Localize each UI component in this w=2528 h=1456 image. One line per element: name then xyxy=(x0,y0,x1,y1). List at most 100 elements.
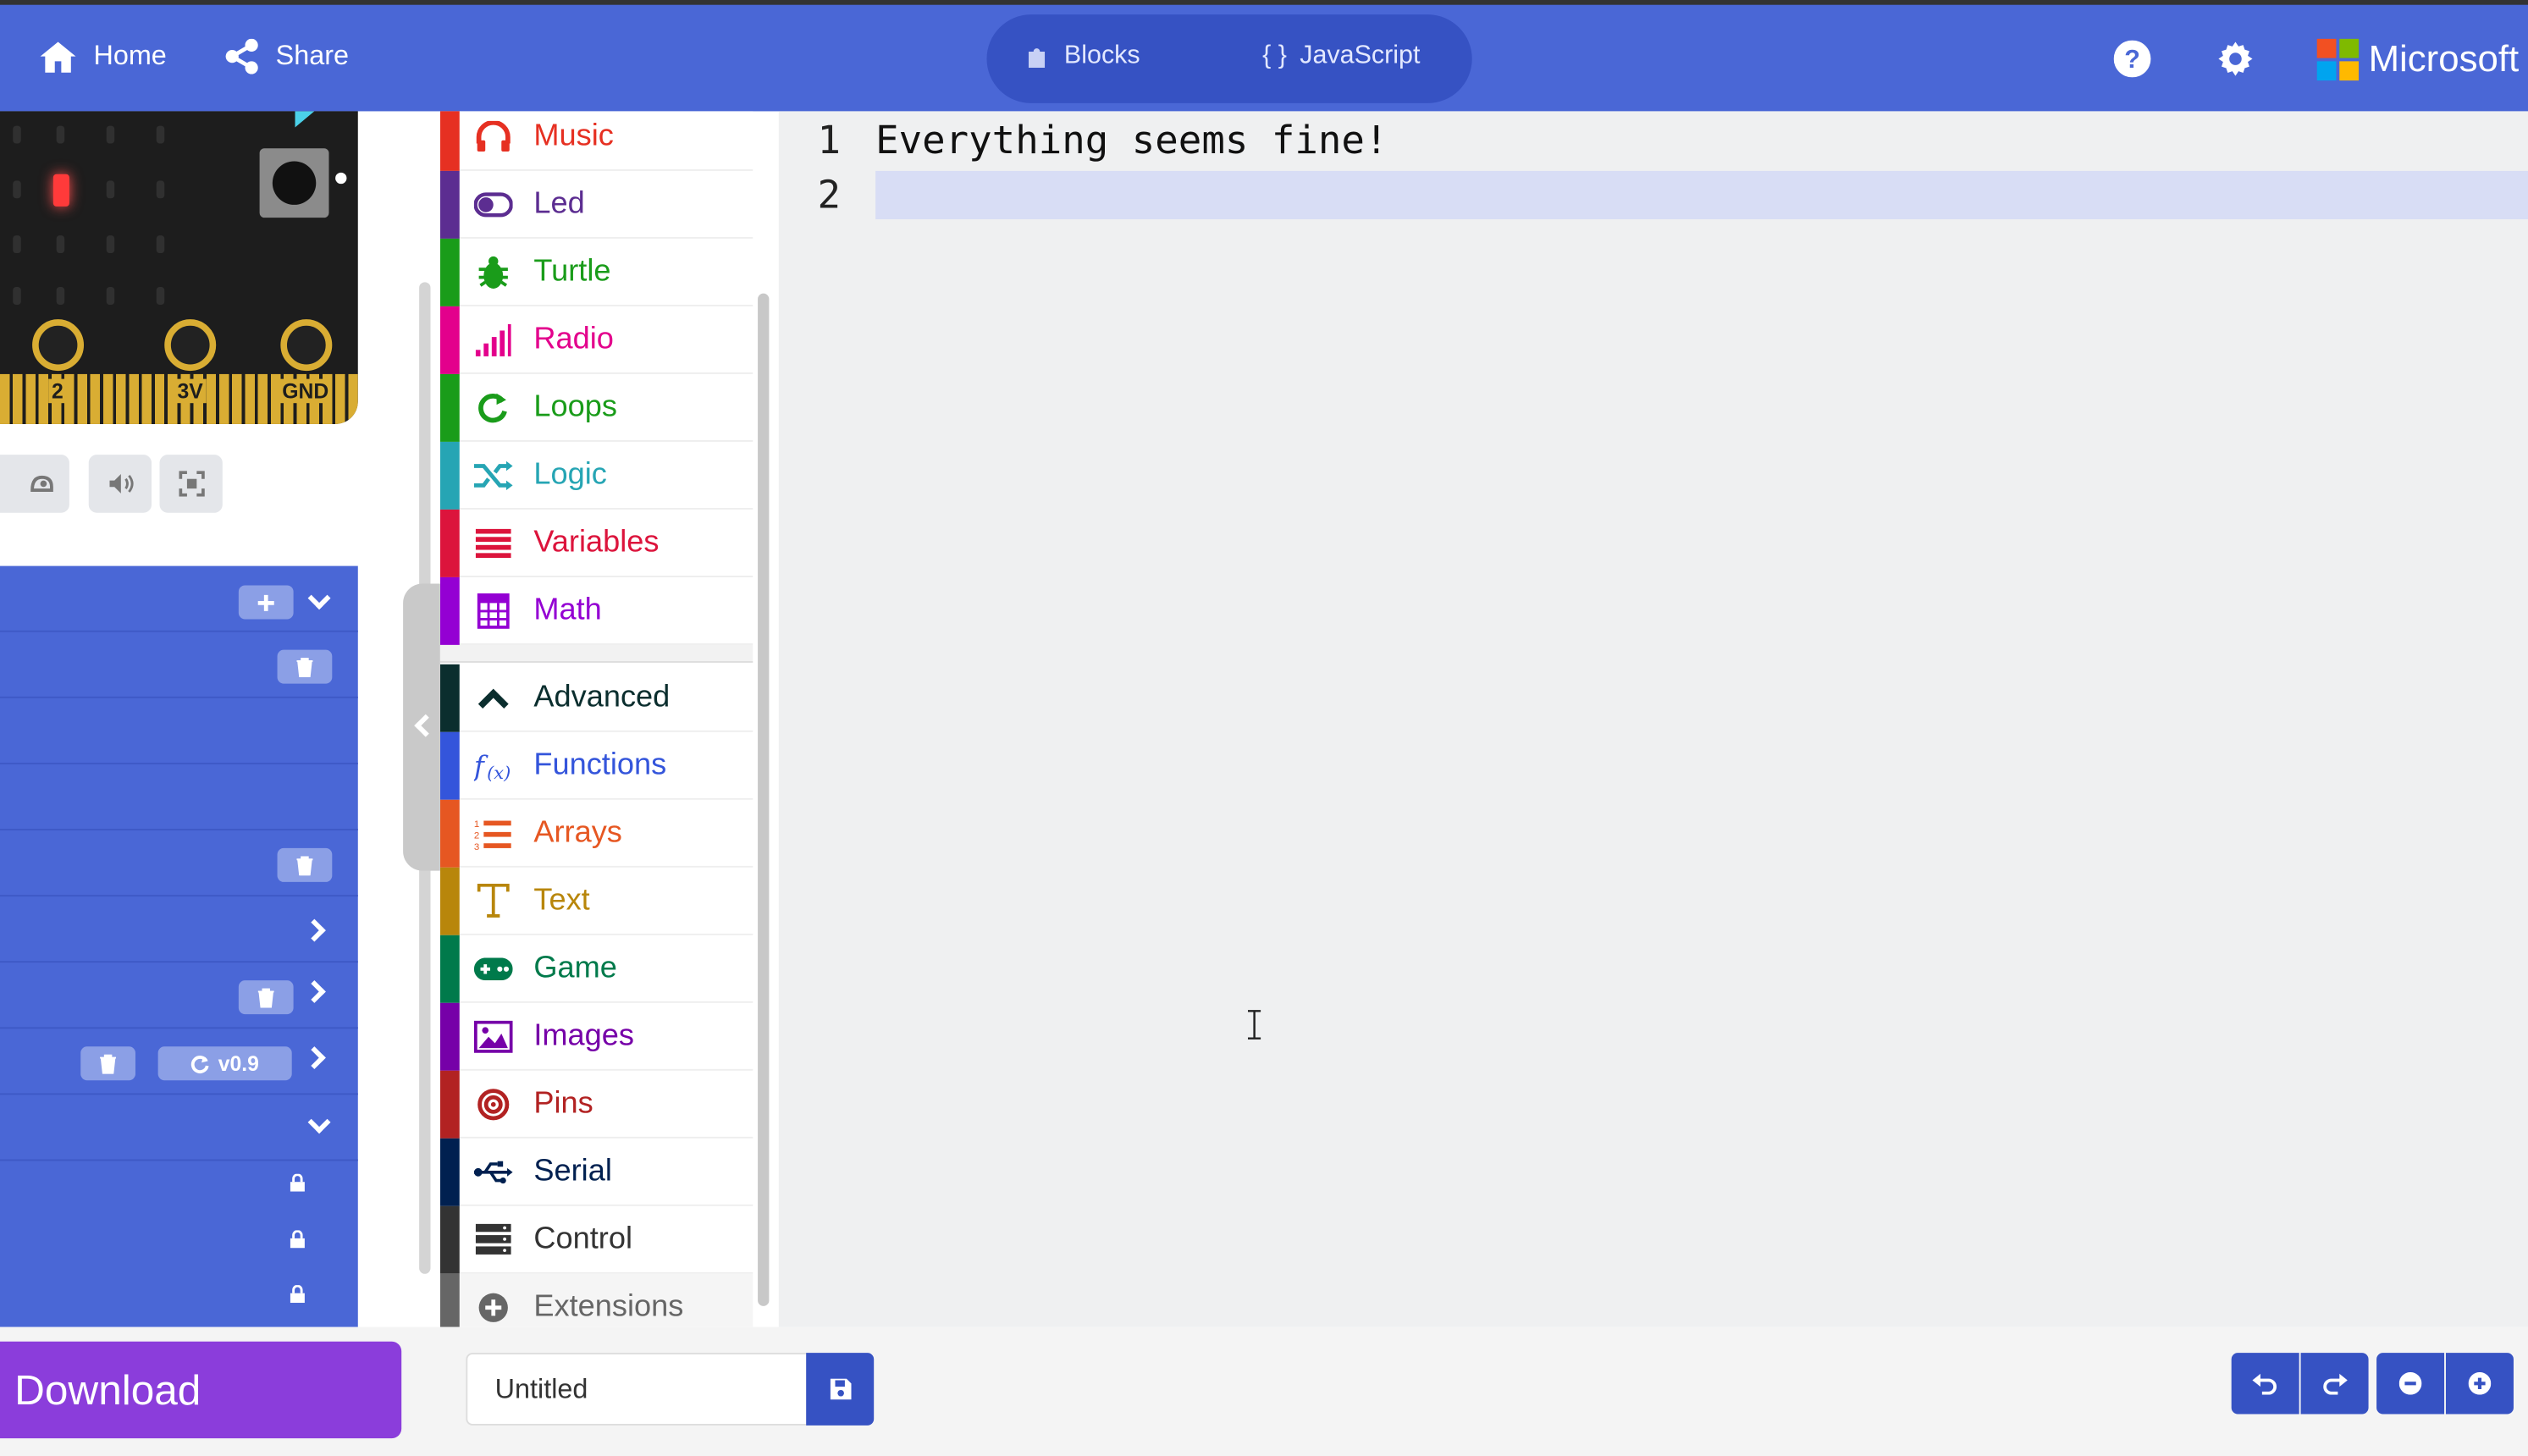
code-editor[interactable]: 1 2 Everything seems fine! xyxy=(778,111,2528,1327)
explorer-file-row[interactable] xyxy=(0,632,358,698)
share-button[interactable]: Share xyxy=(224,38,349,74)
category-label: Game xyxy=(533,951,617,985)
toolbox-item-variables[interactable]: Variables xyxy=(439,509,753,577)
toolbox-item-arrays[interactable]: 123 Arrays xyxy=(439,799,753,868)
toolbox-scrollbar[interactable] xyxy=(758,293,770,1306)
mute-button[interactable] xyxy=(88,455,152,513)
braces-icon: { } xyxy=(1262,41,1287,69)
toolbox-item-images[interactable]: Images xyxy=(439,1002,753,1071)
add-file-button[interactable] xyxy=(238,585,294,620)
led xyxy=(156,287,165,306)
category-label: Images xyxy=(533,1018,635,1053)
trash-icon xyxy=(100,1053,117,1073)
pin-3v[interactable] xyxy=(164,319,217,372)
code-line[interactable]: Everything seems fine! xyxy=(875,118,1388,163)
save-button[interactable] xyxy=(806,1353,875,1426)
toolbox-item-pins[interactable]: Pins xyxy=(439,1070,753,1139)
lock-icon xyxy=(290,1173,305,1192)
redo-button[interactable] xyxy=(2300,1353,2369,1415)
led xyxy=(13,180,21,199)
pin-gnd[interactable] xyxy=(280,319,333,372)
brand-label: Microsoft xyxy=(2368,36,2520,80)
pin-2[interactable] xyxy=(32,319,85,372)
delete-package-button[interactable] xyxy=(80,1046,135,1081)
chevron-right-icon[interactable] xyxy=(302,1046,326,1070)
download-button[interactable]: Download xyxy=(0,1341,402,1439)
toolbox-item-serial[interactable]: Serial xyxy=(439,1138,753,1206)
project-name-input[interactable]: Untitled xyxy=(466,1353,809,1426)
toolbox-item-led[interactable]: Led xyxy=(439,170,753,239)
home-icon xyxy=(40,41,76,73)
toolbox-item-extensions[interactable]: Extensions xyxy=(439,1273,753,1327)
delete-file-button[interactable] xyxy=(277,847,333,882)
zoom-out-icon xyxy=(2398,1371,2422,1395)
top-menu-bar: Home Share Blocks { } JavaScript ? Micro… xyxy=(0,0,2528,112)
help-icon[interactable]: ? xyxy=(2113,40,2151,78)
javascript-tab[interactable]: { } JavaScript xyxy=(1262,42,1420,71)
chevron-down-icon[interactable] xyxy=(307,587,331,610)
toolbox-item-turtle[interactable]: Turtle xyxy=(439,238,753,306)
explorer-folder-row[interactable] xyxy=(0,896,358,963)
gear-icon[interactable] xyxy=(2217,41,2255,78)
sound-icon xyxy=(108,474,133,494)
delete-folder-button[interactable] xyxy=(238,980,294,1015)
toolbox-item-logic[interactable]: Logic xyxy=(439,441,753,510)
button-b[interactable] xyxy=(259,148,329,218)
explorer-file-row[interactable] xyxy=(0,830,358,897)
led xyxy=(106,180,115,199)
led xyxy=(156,125,165,144)
chevron-right-icon[interactable] xyxy=(302,918,326,942)
led xyxy=(106,235,115,254)
explorer-file-row[interactable] xyxy=(0,698,358,764)
delete-file-button[interactable] xyxy=(277,649,333,684)
line-number: 2 xyxy=(817,172,842,218)
chevron-right-icon[interactable] xyxy=(302,979,326,1003)
chevron-down-icon[interactable] xyxy=(307,1111,331,1134)
led xyxy=(106,125,115,144)
category-label: Advanced xyxy=(533,680,671,714)
svg-text:?: ? xyxy=(2124,45,2140,74)
toolbox-item-music[interactable]: Music xyxy=(439,111,753,171)
zoom-in-button[interactable] xyxy=(2445,1353,2514,1415)
toolbox-item-loops[interactable]: Loops xyxy=(439,373,753,442)
microbit-simulator[interactable]: 2 3V GND xyxy=(0,111,358,424)
redo-icon xyxy=(2323,1373,2348,1395)
led xyxy=(56,125,65,144)
fullscreen-button[interactable] xyxy=(159,455,223,513)
home-button[interactable]: Home xyxy=(39,39,167,74)
explorer-folder-row[interactable] xyxy=(0,1095,358,1161)
category-color-bar xyxy=(439,867,460,935)
blocks-tab[interactable]: Blocks xyxy=(1025,42,1140,71)
toolbox-separator xyxy=(439,644,753,663)
shuffle-icon xyxy=(473,456,513,495)
category-color-bar xyxy=(439,1273,460,1327)
explorer-folder-row[interactable] xyxy=(0,962,358,1029)
led xyxy=(13,287,21,306)
zoom-out-button[interactable] xyxy=(2376,1353,2445,1415)
file-explorer: v0.9 xyxy=(0,565,358,1327)
explorer-file-row[interactable] xyxy=(0,764,358,830)
toolbox-item-functions[interactable]: f (x) Functions xyxy=(439,731,753,800)
toolbox-item-game[interactable]: Game xyxy=(439,935,753,1003)
explorer-package-row[interactable]: v0.9 xyxy=(0,1029,358,1095)
microsoft-brand[interactable]: Microsoft xyxy=(2316,36,2520,80)
slow-motion-button[interactable] xyxy=(0,455,69,513)
toolbox-item-advanced[interactable]: Advanced xyxy=(439,664,753,732)
collapse-simulator-handle[interactable] xyxy=(403,583,440,871)
category-color-bar xyxy=(439,306,460,374)
current-line-highlight xyxy=(875,170,2528,220)
category-color-bar xyxy=(439,935,460,1003)
svg-text:2: 2 xyxy=(474,830,479,841)
led xyxy=(13,235,21,254)
led xyxy=(56,235,65,254)
explorer-header-row[interactable] xyxy=(0,566,358,632)
category-color-bar xyxy=(439,111,460,171)
toolbox-item-radio[interactable]: Radio xyxy=(439,306,753,374)
toolbox-item-math[interactable]: Math xyxy=(439,576,753,645)
update-package-button[interactable]: v0.9 xyxy=(157,1046,292,1081)
text-cursor-icon xyxy=(1248,1010,1261,1040)
category-label: Music xyxy=(533,119,614,153)
toolbox-item-text[interactable]: Text xyxy=(439,867,753,935)
undo-button[interactable] xyxy=(2231,1353,2299,1415)
toolbox-item-control[interactable]: Control xyxy=(439,1205,753,1274)
